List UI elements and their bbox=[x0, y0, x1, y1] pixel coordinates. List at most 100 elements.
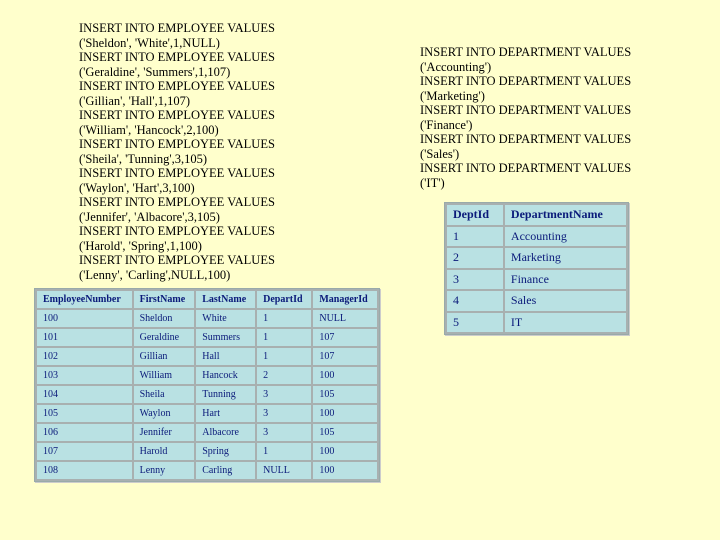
sql-line: ('Gillian', 'Hall',1,107) bbox=[79, 93, 191, 108]
table-cell: 100 bbox=[313, 443, 377, 460]
department-table: DeptId DepartmentName 1 Accounting 2 Marketi… bbox=[444, 202, 629, 335]
table-cell: 107 bbox=[313, 348, 377, 365]
table-row: 101 Geraldine Summers 1 107 bbox=[37, 329, 377, 346]
table-cell: Marketing bbox=[504, 248, 626, 268]
table-cell: 5 bbox=[447, 312, 503, 332]
table-row: 108 Lenny Carling NULL 100 bbox=[37, 462, 377, 479]
table-header-row: EmployeeNumber FirstName LastName DepartId M… bbox=[37, 291, 377, 308]
table-cell: 1 bbox=[257, 443, 312, 460]
table-cell: 108 bbox=[37, 462, 132, 479]
table-cell: 105 bbox=[313, 386, 377, 403]
table-row: 2 Marketing bbox=[447, 248, 626, 268]
table-cell: Geraldine bbox=[133, 329, 195, 346]
sql-line: INSERT INTO DEPARTMENT VALUES bbox=[420, 74, 632, 88]
table-header-row: DeptId DepartmentName bbox=[447, 205, 626, 225]
employee-table: EmployeeNumber FirstName LastName DepartId M… bbox=[34, 288, 380, 482]
sql-line: INSERT INTO EMPLOYEE VALUES bbox=[79, 224, 275, 238]
table-cell: Hall bbox=[196, 348, 256, 365]
sql-line: ('Harold', 'Spring',1,100) bbox=[79, 238, 202, 253]
sql-line: ('Jennifer', 'Albacore',3,105) bbox=[79, 209, 220, 224]
table-cell: Waylon bbox=[133, 405, 195, 422]
table-cell: 100 bbox=[313, 462, 377, 479]
table-cell: 104 bbox=[37, 386, 132, 403]
sql-line: ('Marketing') bbox=[420, 88, 485, 103]
table-cell: 3 bbox=[257, 405, 312, 422]
table-cell: 100 bbox=[313, 367, 377, 384]
sql-line: ('Finance') bbox=[420, 117, 473, 132]
table-cell: 1 bbox=[447, 226, 503, 246]
table-cell: 105 bbox=[37, 405, 132, 422]
sql-line: INSERT INTO EMPLOYEE VALUES bbox=[79, 253, 275, 267]
sql-line: INSERT INTO EMPLOYEE VALUES bbox=[79, 195, 275, 209]
table-cell: 3 bbox=[257, 386, 312, 403]
table-row: 3 Finance bbox=[447, 269, 626, 289]
table-cell: Jennifer bbox=[133, 424, 195, 441]
table-cell: Summers bbox=[196, 329, 256, 346]
table-cell: Sheldon bbox=[133, 310, 195, 327]
department-insert-statements: INSERT INTO DEPARTMENT VALUES ('Accountin… bbox=[420, 45, 631, 190]
column-header: DepartId bbox=[257, 291, 312, 308]
table-cell: Albacore bbox=[196, 424, 256, 441]
table-cell: Accounting bbox=[504, 226, 626, 246]
table-cell: 3 bbox=[257, 424, 312, 441]
column-header: FirstName bbox=[133, 291, 195, 308]
sql-line: ('Sheila', 'Tunning',3,105) bbox=[79, 151, 207, 166]
table-row: 1 Accounting bbox=[447, 226, 626, 246]
sql-line: INSERT INTO DEPARTMENT VALUES bbox=[420, 45, 632, 59]
table-row: 106 Jennifer Albacore 3 105 bbox=[37, 424, 377, 441]
column-header: EmployeeNumber bbox=[37, 291, 132, 308]
sql-line: ('Sales') bbox=[420, 146, 460, 161]
column-header: ManagerId bbox=[313, 291, 377, 308]
table-cell: Harold bbox=[133, 443, 195, 460]
table-cell: 2 bbox=[257, 367, 312, 384]
sql-line: INSERT INTO EMPLOYEE VALUES bbox=[79, 108, 275, 122]
table-cell: 107 bbox=[37, 443, 132, 460]
table-cell: Lenny bbox=[133, 462, 195, 479]
table-cell: William bbox=[133, 367, 195, 384]
table-row: 103 William Hancock 2 100 bbox=[37, 367, 377, 384]
sql-line: INSERT INTO DEPARTMENT VALUES bbox=[420, 161, 632, 175]
table-row: 105 Waylon Hart 3 100 bbox=[37, 405, 377, 422]
table-row: 100 Sheldon White 1 NULL bbox=[37, 310, 377, 327]
table-cell: Hart bbox=[196, 405, 256, 422]
sql-line: INSERT INTO DEPARTMENT VALUES bbox=[420, 103, 632, 117]
table-cell: 1 bbox=[257, 348, 312, 365]
sql-line: ('Geraldine', 'Summers',1,107) bbox=[79, 64, 231, 79]
sql-line: ('IT') bbox=[420, 175, 445, 190]
table-cell: NULL bbox=[313, 310, 377, 327]
sql-line: INSERT INTO DEPARTMENT VALUES bbox=[420, 132, 632, 146]
table-row: 102 Gillian Hall 1 107 bbox=[37, 348, 377, 365]
employee-insert-statements: INSERT INTO EMPLOYEE VALUES ('Sheldon', '… bbox=[79, 21, 275, 282]
table-cell: 101 bbox=[37, 329, 132, 346]
table-cell: Sales bbox=[504, 291, 626, 311]
table-cell: Finance bbox=[504, 269, 626, 289]
sql-line: INSERT INTO EMPLOYEE VALUES bbox=[79, 21, 275, 35]
table-cell: 105 bbox=[313, 424, 377, 441]
table-cell: IT bbox=[504, 312, 626, 332]
table-cell: 100 bbox=[313, 405, 377, 422]
table-cell: 106 bbox=[37, 424, 132, 441]
table-cell: 3 bbox=[447, 269, 503, 289]
table-row: 4 Sales bbox=[447, 291, 626, 311]
table-cell: 107 bbox=[313, 329, 377, 346]
table-row: 107 Harold Spring 1 100 bbox=[37, 443, 377, 460]
sql-line: INSERT INTO EMPLOYEE VALUES bbox=[79, 79, 275, 93]
table-cell: Carling bbox=[196, 462, 256, 479]
sql-line: INSERT INTO EMPLOYEE VALUES bbox=[79, 166, 275, 180]
table-cell: 1 bbox=[257, 329, 312, 346]
table-cell: 102 bbox=[37, 348, 132, 365]
table-cell: White bbox=[196, 310, 256, 327]
table-row: 5 IT bbox=[447, 312, 626, 332]
table-cell: NULL bbox=[257, 462, 312, 479]
sql-line: ('Accounting') bbox=[420, 59, 492, 74]
table-cell: Hancock bbox=[196, 367, 256, 384]
table-cell: 2 bbox=[447, 248, 503, 268]
sql-line: ('Sheldon', 'White',1,NULL) bbox=[79, 35, 220, 50]
column-header: DeptId bbox=[447, 205, 503, 225]
sql-line: INSERT INTO EMPLOYEE VALUES bbox=[79, 50, 275, 64]
table-row: 104 Sheila Tunning 3 105 bbox=[37, 386, 377, 403]
table-cell: 103 bbox=[37, 367, 132, 384]
table-cell: 4 bbox=[447, 291, 503, 311]
column-header: DepartmentName bbox=[504, 205, 626, 225]
column-header: LastName bbox=[196, 291, 256, 308]
